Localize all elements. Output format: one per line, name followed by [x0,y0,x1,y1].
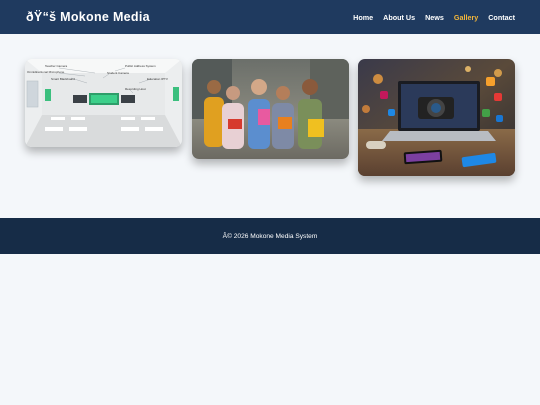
classroom-label-7: Recording Host [125,87,146,91]
nav-link-contact[interactable]: Contact [488,13,515,22]
site-brand[interactable]: ðŸ“š Mokone Media [26,10,150,24]
top-navbar: ðŸ“š Mokone Media Home About Us News Gal… [0,0,540,34]
nav-link-home[interactable]: Home [353,13,373,22]
main-nav: Home About Us News Gallery Contact [353,13,515,22]
classroom-label-5: Smart Blackboard [51,77,75,81]
classroom-label-2: Public Address System [125,64,156,68]
students-photo-illustration [192,59,349,159]
nav-link-gallery[interactable]: Gallery [454,13,478,22]
classroom-label-3: Omnidirectional Microphone [27,70,65,74]
gallery-image-students[interactable] [192,59,349,159]
classroom-label-1: Teacher Camera [45,64,68,68]
classroom-label-4: Student Camera [107,71,129,75]
media-devices-illustration [358,59,515,176]
gallery-image-smart-classroom[interactable]: Teacher Camera Public Address System Omn… [25,59,182,147]
gallery-section: Teacher Camera Public Address System Omn… [0,34,540,218]
nav-link-news[interactable]: News [425,13,444,22]
copyright-text: Â© 2026 Mokone Media System [222,232,318,240]
smart-classroom-illustration: Teacher Camera Public Address System Omn… [25,59,182,147]
site-footer: Â© 2026 Mokone Media System [0,218,540,254]
classroom-label-6: Education IPTV [147,77,168,81]
nav-link-about-us[interactable]: About Us [383,13,415,22]
gallery-image-media-devices[interactable] [358,59,515,176]
